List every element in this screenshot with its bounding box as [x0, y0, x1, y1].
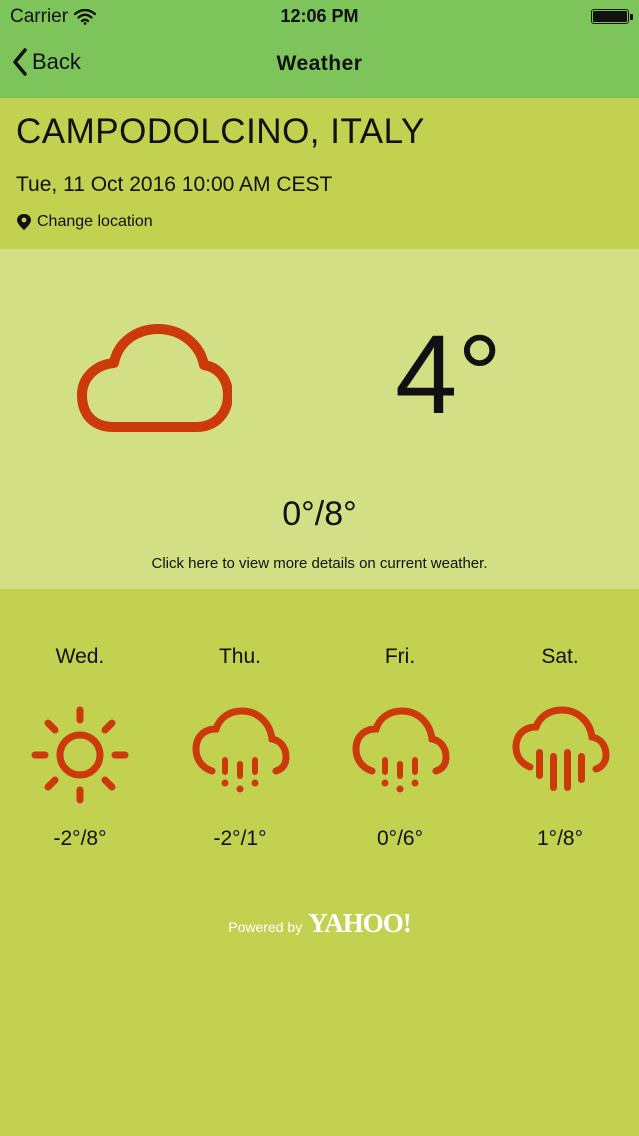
current-temperature: 4° [395, 312, 503, 437]
city-name: CAMPODOLCINO, ITALY [16, 112, 425, 151]
forecast-range: -2°/1° [213, 827, 267, 850]
yahoo-logo: YAHOO! [308, 908, 412, 938]
forecast-range: -2°/8° [53, 827, 107, 850]
change-location-link[interactable]: Change location [16, 213, 153, 231]
status-time: 12:06 PM [280, 6, 359, 26]
forecast-row: Wed. -2°/8° Thu. -2°/1° Fri. 0°/6° Sat. … [0, 589, 639, 879]
status-bar: Carrier 12:06 PM [0, 0, 639, 34]
heavy-rain-cloud-icon [512, 706, 610, 791]
current-range: 0°/8° [282, 495, 357, 533]
forecast-day-name: Wed. [55, 645, 105, 668]
current-weather-panel[interactable]: 4° 0°/8° Click here to view more details… [0, 249, 639, 589]
date-time: Tue, 11 Oct 2016 10:00 AM CEST [16, 173, 333, 196]
battery-icon [591, 9, 633, 24]
forecast-day: Fri. 0°/6° [320, 589, 480, 869]
change-location-label: Change location [37, 213, 153, 230]
location-pin-icon [17, 214, 31, 230]
page-title: Weather [276, 52, 363, 75]
forecast-day-name: Sat. [541, 645, 579, 668]
forecast-day-name: Fri. [384, 645, 416, 668]
forecast-day-name: Thu. [218, 645, 262, 668]
forecast-day: Thu. -2°/1° [160, 589, 320, 869]
sun-icon [31, 706, 129, 804]
rain-cloud-icon [352, 707, 450, 793]
cloud-icon [77, 324, 232, 432]
forecast-day: Sat. 1°/8° [480, 589, 639, 869]
nav-bar: Back Weather [0, 34, 639, 98]
forecast-range: 0°/6° [377, 827, 423, 850]
powered-by-yahoo[interactable]: Powered by YAHOO! [0, 908, 639, 939]
location-header: CAMPODOLCINO, ITALY Tue, 11 Oct 2016 10:… [0, 98, 639, 249]
powered-by-label: Powered by [228, 919, 303, 935]
forecast-range: 1°/8° [537, 827, 583, 850]
rain-cloud-icon [192, 707, 290, 793]
details-hint: Click here to view more details on curre… [151, 555, 488, 572]
forecast-day: Wed. -2°/8° [0, 589, 160, 869]
